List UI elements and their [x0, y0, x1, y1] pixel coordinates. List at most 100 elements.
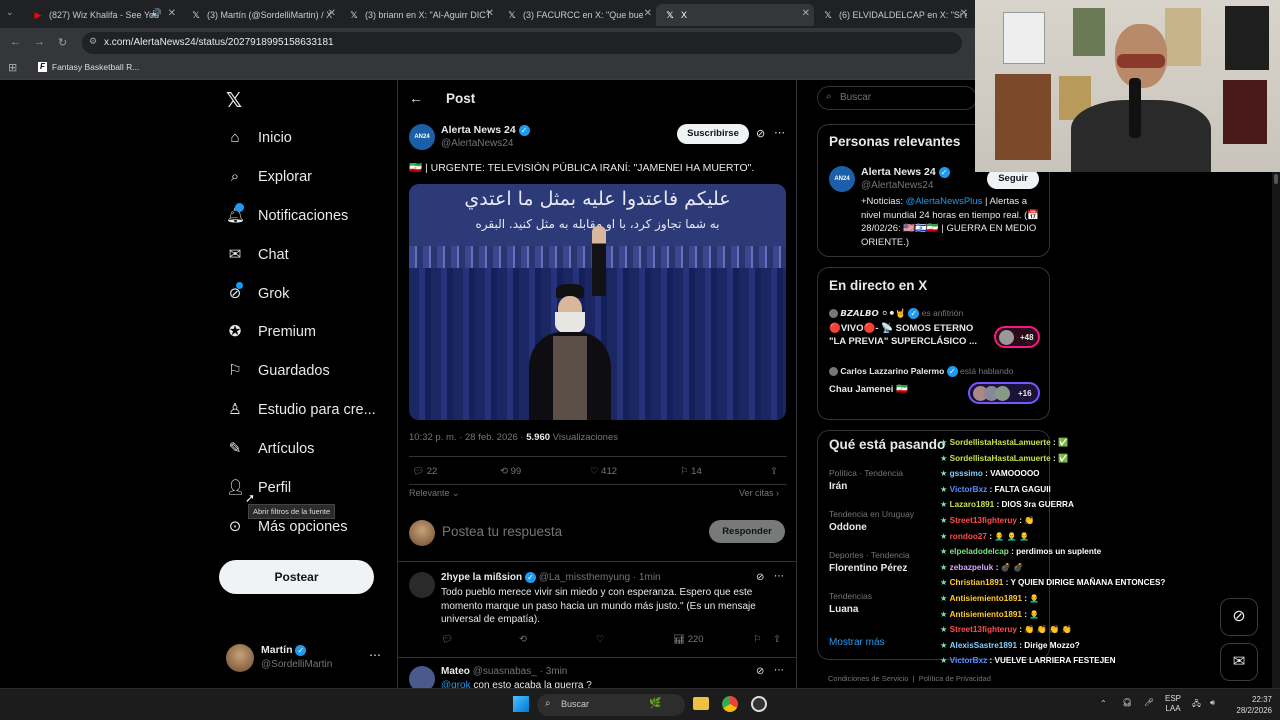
clock[interactable]: 22:37 28/2/2026 — [1230, 694, 1272, 716]
forward-arrow-icon[interactable]: → — [34, 36, 45, 48]
messages-float-button[interactable]: ✉ — [1220, 643, 1258, 681]
browser-tab[interactable]: 𝕏 (3) briann en X: "Al-Aguirr DICT ✕ — [340, 4, 498, 26]
x-logo-icon: 𝕏 — [350, 9, 358, 20]
verified-badge-icon: ✓ — [524, 572, 536, 583]
search-input[interactable]: ⌕ Buscar — [817, 86, 977, 110]
more-icon[interactable]: ⋯ — [369, 648, 381, 662]
chevron-up-icon[interactable]: ⌃ — [1100, 699, 1107, 708]
x-logo-icon[interactable]: 𝕏 — [226, 88, 242, 113]
browser-tab[interactable]: ▶ (827) Wiz Khalifa - See You 🔊 ✕ — [24, 4, 180, 26]
reload-icon[interactable]: ↻ — [58, 36, 67, 49]
views-action[interactable]: 📊︎ 220 — [673, 634, 704, 645]
scrollbar-thumb[interactable] — [1274, 174, 1278, 184]
repost-icon[interactable]: ⟲ — [519, 634, 527, 645]
bookmark-item[interactable]: F Fantasy Basketball R... — [38, 62, 139, 72]
close-icon[interactable]: ✕ — [328, 8, 336, 19]
browser-tab[interactable]: 𝕏 (3) Martín (@SordelliMartin) / X ✕ — [182, 4, 340, 26]
badge-icon: ★ — [940, 438, 950, 447]
back-arrow-icon[interactable]: ← — [10, 36, 21, 48]
sidebar-item-mas-opciones[interactable]: ⊙ Más opciones — [226, 515, 348, 539]
view-quotes-link[interactable]: Ver citas › — [739, 488, 779, 498]
obs-icon[interactable] — [751, 696, 767, 712]
grok-float-button[interactable]: ⊘ — [1220, 598, 1258, 636]
sidebar-item-guardados[interactable]: ⚐ Guardados — [226, 359, 329, 383]
taskbar-search-input[interactable]: ⌕ Buscar 🌿 — [537, 694, 685, 716]
browser-tab[interactable]: 𝕏 (3) FACURCC en X: "Que buen ✕ — [498, 4, 656, 26]
trend-item[interactable]: Política · Tendencia Irán — [829, 468, 939, 492]
reply-action[interactable]: 💬︎ 22 — [412, 466, 437, 477]
sidebar-item-notificaciones[interactable]: 🔔︎ Notificaciones — [226, 203, 348, 228]
microphone-icon[interactable]: 🎤︎ — [1144, 698, 1154, 707]
reply-button[interactable]: Responder — [709, 520, 785, 543]
grok-icon[interactable]: ⊘ — [756, 127, 765, 140]
tab-list-chevron-icon[interactable]: ⌄ — [6, 7, 14, 18]
reply-post[interactable]: Mateo @suasnabas_ · 3min ⊘ ⋯ @grok con e… — [398, 658, 796, 688]
avatar[interactable]: AN24 — [829, 166, 855, 192]
grok-icon[interactable]: ⊘ — [756, 666, 764, 677]
sidebar-item-inicio[interactable]: ⌂ Inicio — [226, 126, 291, 150]
close-icon[interactable]: ✕ — [486, 8, 494, 19]
share-icon[interactable]: ⇪ — [770, 466, 778, 477]
live-item[interactable]: Carlos Lazzarino Palermo ✓ está hablando… — [818, 362, 1051, 414]
close-icon[interactable]: ✕ — [644, 8, 652, 19]
trend-item[interactable]: Tendencias Luana — [829, 591, 939, 615]
page-scrollbar[interactable] — [1272, 172, 1280, 688]
apps-grid-icon[interactable]: ⊞ — [8, 61, 17, 74]
back-arrow-icon[interactable]: ← — [409, 90, 423, 106]
sidebar-item-perfil[interactable]: 👤︎ Perfil — [226, 476, 291, 500]
heart-icon[interactable]: ♡ — [596, 634, 605, 645]
browser-tab[interactable]: 𝕏 (6) ELVIDALDELCAP en X: "Si en ✕ — [814, 4, 972, 26]
sidebar-item-articulos[interactable]: ✎ Artículos — [226, 437, 315, 461]
repost-action[interactable]: ⟲ 99 — [500, 466, 521, 477]
sidebar-item-chat[interactable]: ✉ Chat — [226, 243, 289, 267]
sidebar-item-grok[interactable]: ⊘ Grok — [226, 282, 289, 306]
headphones-icon[interactable]: 🎧︎ — [1122, 698, 1132, 707]
grok-icon[interactable]: ⊘ — [756, 572, 764, 583]
avatar[interactable]: AN24 — [409, 124, 435, 150]
verified-badge-icon: ✓ — [295, 644, 307, 656]
close-icon[interactable]: ✕ — [168, 8, 176, 19]
reply-header: 2hype la mißsion ✓ @La_missthemyung · 1m… — [441, 572, 661, 584]
person-name[interactable]: Alerta News 24 ✓ — [861, 166, 950, 178]
trend-item[interactable]: Deportes · Tendencia Florentino Pérez — [829, 550, 939, 574]
sidebar-item-explorar[interactable]: ⌕ Explorar — [226, 165, 312, 189]
account-switcher[interactable]: Martín ✓ @SordelliMartin ⋯ — [226, 642, 386, 674]
subscribe-button[interactable]: Suscribirse — [677, 124, 749, 144]
like-action[interactable]: ♡ 412 — [590, 466, 617, 477]
volume-icon[interactable]: 🔊︎ — [1210, 698, 1215, 708]
footer-links[interactable]: Condiciones de Servicio | Política de Pr… — [828, 674, 991, 683]
site-info-icon[interactable]: ⚙ — [89, 36, 97, 47]
post-image[interactable]: عليكم فاعتدوا عليه بمثل ما اعتدي به شما … — [409, 184, 786, 420]
bookmark-icon[interactable]: ⚐ — [753, 634, 762, 645]
reply-icon[interactable]: 💬︎ — [441, 634, 453, 645]
follow-button[interactable]: Seguir — [987, 169, 1039, 189]
more-icon[interactable]: ⋯ — [774, 665, 784, 676]
file-explorer-icon[interactable] — [693, 697, 709, 710]
reply-post[interactable]: 2hype la mißsion ✓ @La_missthemyung · 1m… — [398, 562, 796, 656]
avatar — [999, 330, 1014, 345]
network-icon[interactable]: 🖧 — [1192, 698, 1201, 712]
sidebar-item-premium[interactable]: ✪ Premium — [226, 320, 316, 344]
more-icon[interactable]: ⋯ — [774, 571, 784, 582]
author-handle[interactable]: @AlertaNews24 — [441, 138, 513, 149]
sidebar-item-estudio[interactable]: ♙ Estudio para cre... — [226, 398, 375, 422]
sort-dropdown[interactable]: Relevante ⌄ — [409, 488, 460, 499]
live-item[interactable]: 𝘽𝙕𝘼𝙇𝘽𝙊 ⚪⚫🤘 ✓ es anfitrión 🔴VIVO🔴- 📡 SOMO… — [818, 304, 1051, 356]
lang-indicator[interactable]: ESP LAA — [1165, 694, 1181, 714]
close-icon[interactable]: ✕ — [960, 8, 968, 19]
reply-input[interactable]: Postea tu respuesta — [442, 524, 562, 539]
close-icon[interactable]: ✕ — [802, 8, 810, 19]
bookmark-action[interactable]: ⚐ 14 — [680, 466, 702, 477]
trend-item[interactable]: Tendencia en Uruguay Oddone — [829, 509, 939, 533]
share-icon[interactable]: ⇪ — [773, 634, 781, 645]
chat-message: ★ SordellistaHastaLamuerte : ✅ — [940, 451, 1180, 467]
browser-tab-active[interactable]: 𝕏 X ✕ — [656, 4, 814, 26]
chrome-icon[interactable] — [722, 696, 738, 712]
windows-start-icon[interactable] — [513, 696, 529, 712]
address-bar[interactable]: ⚙ x.com/AlertaNews24/status/202791899515… — [82, 32, 962, 54]
show-more-link[interactable]: Mostrar más — [829, 637, 885, 648]
chat-text: : 👨‍🦲 — [1024, 609, 1040, 619]
more-icon[interactable]: ⋯ — [774, 126, 785, 139]
post-button[interactable]: Postear — [219, 560, 374, 594]
author-name[interactable]: Alerta News 24 ✓ — [441, 124, 530, 136]
